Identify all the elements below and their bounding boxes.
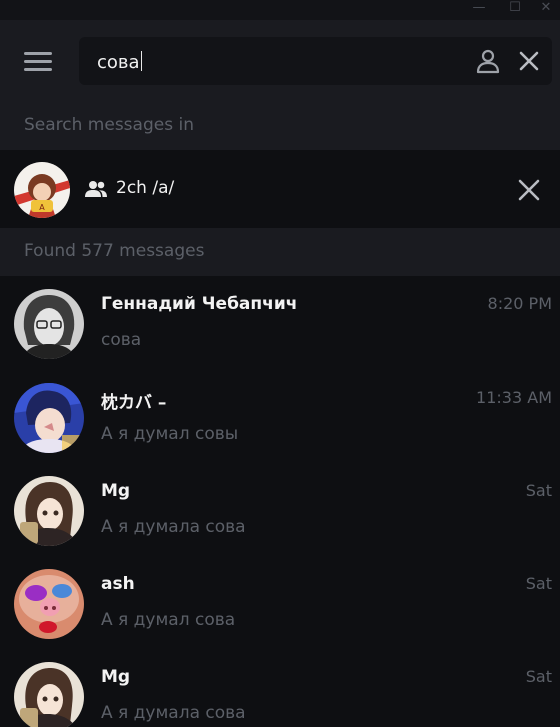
- results-count-label: Found 577 messages: [24, 241, 205, 261]
- maximize-button[interactable]: ☐: [501, 0, 529, 15]
- results-list: Геннадий Чебапчич 8:20 PM сова 枕カバ – 11:…: [0, 276, 560, 727]
- message-preview: сова: [101, 330, 142, 350]
- svg-text:A: A: [39, 203, 45, 212]
- result-item[interactable]: Геннадий Чебапчич 8:20 PM сова: [0, 276, 560, 368]
- search-input[interactable]: сова: [79, 37, 552, 85]
- chat-filter-row[interactable]: A 2ch /a/: [0, 150, 560, 228]
- avatar: [14, 569, 84, 639]
- chat-avatar: A: [14, 162, 70, 218]
- close-icon[interactable]: [516, 48, 542, 74]
- message-time: 8:20 PM: [487, 294, 552, 313]
- result-item[interactable]: Mg Sat А я думала сова: [0, 649, 560, 727]
- sender-name: ash: [101, 574, 135, 594]
- sender-name: 枕カバ –: [101, 393, 167, 413]
- message-preview: А я думал сова: [101, 610, 236, 630]
- search-in-label: Search messages in: [24, 115, 194, 135]
- window-close-button[interactable]: ✕: [532, 0, 560, 15]
- search-query: сова: [97, 52, 140, 73]
- group-icon: [84, 179, 108, 199]
- result-item[interactable]: 枕カバ – 11:33 AM А я думал совы: [0, 370, 560, 462]
- message-time: Sat: [525, 481, 552, 500]
- results-count-section: Found 577 messages: [0, 228, 560, 276]
- person-icon[interactable]: [474, 47, 502, 75]
- message-preview: А я думала сова: [101, 703, 246, 723]
- avatar: [14, 476, 84, 546]
- search-header: сова: [0, 20, 560, 100]
- text-cursor: [140, 51, 142, 71]
- minimize-button[interactable]: —: [465, 0, 493, 15]
- message-preview: А я думала сова: [101, 517, 246, 537]
- avatar: [14, 662, 84, 727]
- remove-chat-filter-close-icon[interactable]: [515, 176, 543, 204]
- chat-name: 2ch /a/: [116, 178, 175, 198]
- window-titlebar: — ☐ ✕: [0, 0, 560, 20]
- avatar: [14, 289, 84, 359]
- result-item[interactable]: ash Sat А я думал сова: [0, 556, 560, 648]
- message-time: 11:33 AM: [476, 388, 552, 407]
- hamburger-menu-icon[interactable]: [24, 52, 54, 74]
- sender-name: Mg: [101, 667, 131, 687]
- result-item[interactable]: Mg Sat А я думала сова: [0, 463, 560, 555]
- message-time: Sat: [525, 667, 552, 686]
- sender-name: Mg: [101, 481, 131, 501]
- sender-name: Геннадий Чебапчич: [101, 294, 298, 314]
- message-preview: А я думал совы: [101, 424, 239, 444]
- search-in-section: Search messages in: [0, 100, 560, 150]
- message-time: Sat: [525, 574, 552, 593]
- avatar: [14, 383, 84, 453]
